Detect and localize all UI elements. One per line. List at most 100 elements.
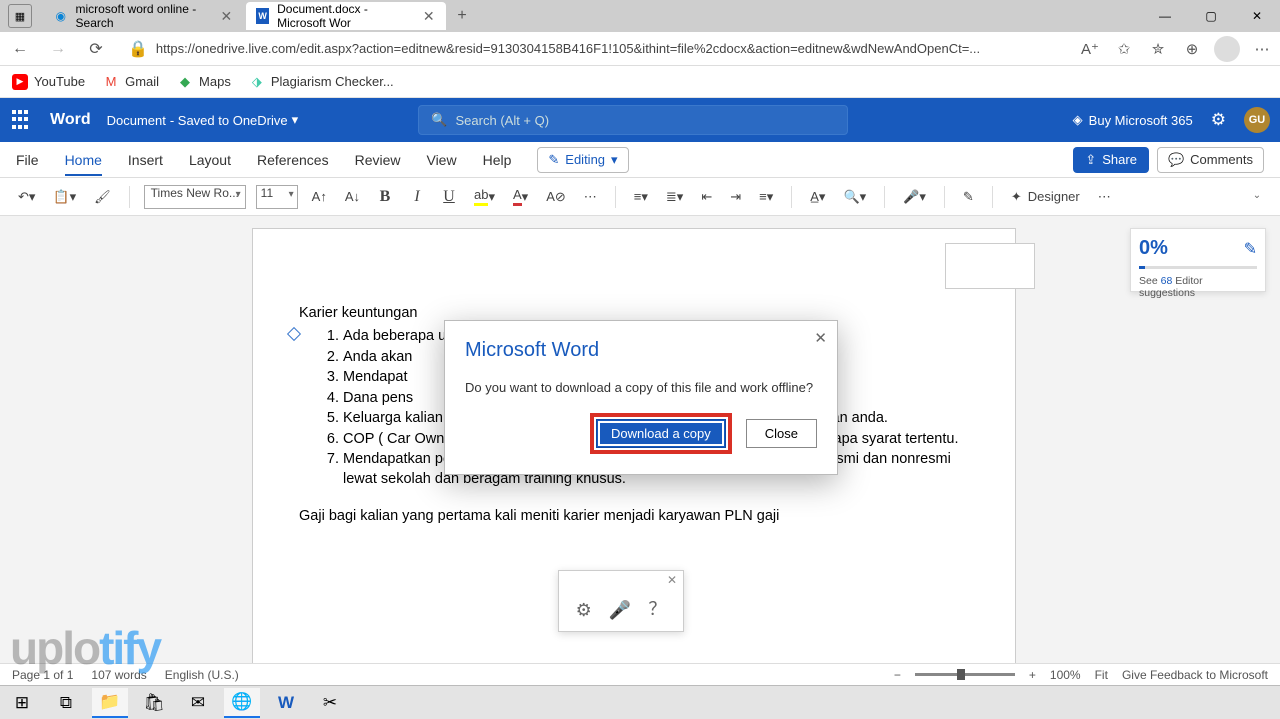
microphone-icon[interactable]: 🎤 [609,600,631,621]
editor-suggestions-text: See 68 Editor suggestions [1139,275,1257,299]
download-copy-button[interactable]: Download a copy [596,419,726,448]
editor-button[interactable]: ✎ [959,184,978,210]
dictation-toolbar[interactable]: ✕ ⚙ 🎤 ？ [558,570,684,632]
word-desktop-icon[interactable]: W [268,688,304,718]
feedback-link[interactable]: Give Feedback to Microsoft [1122,668,1268,682]
tab-review[interactable]: Review [355,152,401,168]
close-button[interactable]: Close [746,419,817,448]
refresh-button[interactable]: ⟳ [82,35,110,63]
chevron-down-icon: ▾ [292,112,299,128]
bookmark-youtube[interactable]: ▶YouTube [12,74,85,90]
editing-mode-button[interactable]: ✎Editing▾ [537,147,628,173]
edge-icon[interactable]: 🌐 [224,688,260,718]
download-highlight: Download a copy [590,413,732,454]
more-commands-button[interactable]: ⋯ [1094,184,1115,210]
settings-icon[interactable]: ⚙ [1211,110,1226,130]
store-icon[interactable]: 🛍 [136,688,172,718]
zoom-in-button[interactable]: + [1029,668,1036,682]
favorite-icon[interactable]: ✩ [1112,37,1136,61]
back-button[interactable]: ← [6,35,34,63]
close-icon[interactable]: ✕ [220,8,234,25]
close-icon[interactable]: ✕ [814,329,827,347]
bookmark-maps[interactable]: ◆Maps [177,74,231,90]
styles-button[interactable]: A̲▾ [806,184,829,210]
bookmark-plagiarism[interactable]: ⬗Plagiarism Checker... [249,74,394,90]
help-icon[interactable]: ？ [648,595,666,621]
tab-insert[interactable]: Insert [128,152,163,168]
close-icon[interactable]: ✕ [423,8,436,25]
zoom-out-button[interactable]: − [894,668,901,682]
url-text: https://onedrive.live.com/edit.aspx?acti… [156,41,980,56]
tab-view[interactable]: View [426,152,456,168]
font-size-select[interactable]: 11 [256,185,298,209]
language-indicator[interactable]: English (U.S.) [165,668,239,682]
user-avatar[interactable]: GU [1244,107,1270,133]
close-icon[interactable]: ✕ [667,573,677,587]
editor-score-panel[interactable]: 0% ✎ See 68 Editor suggestions [1130,228,1266,292]
document-title[interactable]: Document - Saved to OneDrive ▾ [107,112,299,128]
more-font-button[interactable]: ⋯ [580,184,601,210]
tab-layout[interactable]: Layout [189,152,231,168]
tab-actions-icon[interactable]: ▦ [8,4,32,28]
address-bar[interactable]: 🔒 https://onedrive.live.com/edit.aspx?ac… [120,39,1068,59]
bold-button[interactable]: B [374,184,396,210]
tab-search[interactable]: ◉ microsoft word online - Search ✕ [44,2,244,30]
grow-font-button[interactable]: A↑ [308,184,331,210]
minimize-button[interactable]: — [1142,0,1188,32]
tab-help[interactable]: Help [483,152,512,168]
dictate-button[interactable]: 🎤▾ [899,184,930,210]
collapse-ribbon-icon[interactable]: ⌄ [1248,190,1266,203]
collections-icon[interactable]: ⊕ [1180,37,1204,61]
gear-icon[interactable]: ⚙ [576,600,592,621]
tab-file[interactable]: File [16,152,39,168]
app-launcher-icon[interactable] [10,108,34,132]
forward-button[interactable]: → [44,35,72,63]
snip-icon[interactable]: ✂ [312,688,348,718]
editor-pen-icon: ✎ [1244,239,1257,259]
decrease-indent-button[interactable]: ⇤ [697,184,716,210]
bullets-button[interactable]: ≡▾ [630,184,652,210]
tab-document[interactable]: W Document.docx - Microsoft Wor ✕ [246,2,446,30]
maximize-button[interactable]: ▢ [1188,0,1234,32]
favorites-bar-icon[interactable]: ✮ [1146,37,1170,61]
search-icon: 🔍 [431,112,447,128]
underline-button[interactable]: U [438,184,460,210]
increase-indent-button[interactable]: ⇥ [726,184,745,210]
zoom-level[interactable]: 100% [1050,668,1081,682]
fit-button[interactable]: Fit [1095,668,1108,682]
youtube-icon: ▶ [12,74,28,90]
comments-button[interactable]: 💬Comments [1157,147,1264,173]
more-icon[interactable]: ⋯ [1250,37,1274,61]
new-tab-button[interactable]: + [448,2,476,30]
share-button[interactable]: ⇪Share [1073,147,1149,173]
align-button[interactable]: ≡▾ [755,184,777,210]
clear-format-button[interactable]: A⊘ [542,184,570,210]
read-aloud-icon[interactable]: A⁺ [1078,37,1102,61]
font-color-button[interactable]: A▾ [509,184,532,210]
lock-icon: 🔒 [128,39,148,59]
profile-icon[interactable] [1214,36,1240,62]
find-button[interactable]: 🔍▾ [839,184,870,210]
word-app-name[interactable]: Word [50,111,91,129]
shrink-font-button[interactable]: A↓ [341,184,364,210]
selection-handle-icon[interactable] [287,327,301,341]
numbering-button[interactable]: ≣▾ [662,184,687,210]
zoom-slider[interactable] [915,673,1015,676]
undo-button[interactable]: ↶▾ [14,184,39,210]
search-input[interactable]: 🔍 Search (Alt + Q) [418,105,848,135]
italic-button[interactable]: I [406,184,428,210]
start-button[interactable]: ⊞ [4,688,40,718]
bookmark-gmail[interactable]: MGmail [103,74,159,90]
task-view-button[interactable]: ⧉ [48,688,84,718]
file-explorer-icon[interactable]: 📁 [92,688,128,718]
buy-microsoft-button[interactable]: ◈Buy Microsoft 365 [1073,112,1193,128]
font-family-select[interactable]: Times New Ro... [144,185,246,209]
tab-references[interactable]: References [257,152,329,168]
designer-button[interactable]: ✦Designer [1007,184,1084,210]
highlight-button[interactable]: ab▾ [470,184,499,210]
paste-button[interactable]: 📋▾ [49,184,80,210]
format-painter-button[interactable]: 🖌 [90,184,115,210]
mail-icon[interactable]: ✉ [180,688,216,718]
window-close-button[interactable]: ✕ [1234,0,1280,32]
tab-home[interactable]: Home [65,152,102,176]
